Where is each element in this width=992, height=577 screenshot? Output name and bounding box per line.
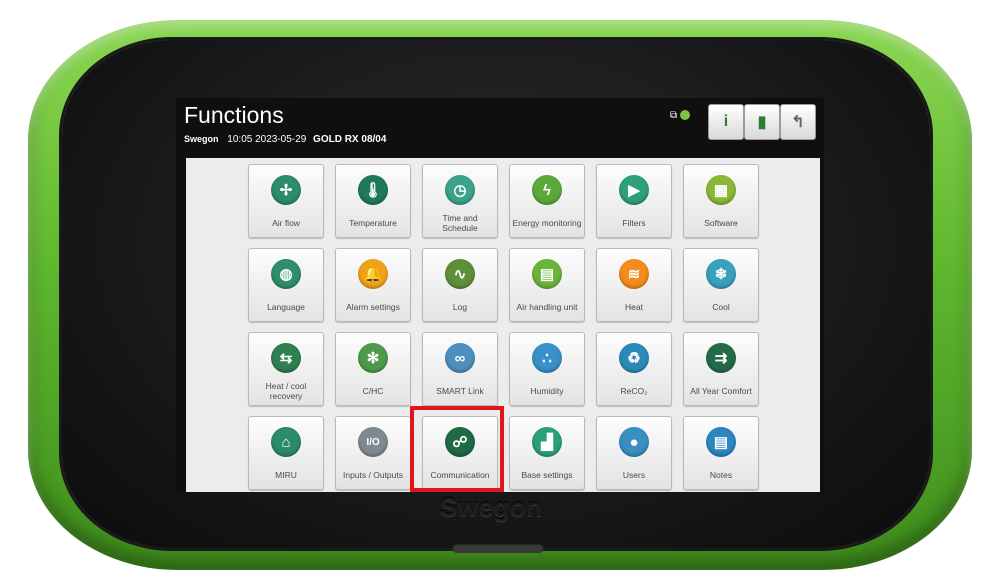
network-status-icon: ⧉ <box>670 110 678 121</box>
globe-icon: ◍ <box>271 259 301 289</box>
tile-label: All Year Comfort <box>690 386 752 396</box>
drops-icon: ∴ <box>532 343 562 373</box>
tile-software[interactable]: ▦ Software <box>683 164 759 238</box>
tile-label: Base settings <box>521 470 573 480</box>
back-button[interactable]: ↰ <box>780 104 816 140</box>
tile-users[interactable]: ● Users <box>596 416 672 490</box>
notepad-icon: ▤ <box>706 427 736 457</box>
fan-icon: ✢ <box>271 175 301 205</box>
tile-all-year-comfort[interactable]: ⇉ All Year Comfort <box>683 332 759 406</box>
tile-label: Alarm settings <box>346 302 400 312</box>
tile-label: Cool <box>712 302 730 312</box>
tile-heat-cool-recovery[interactable]: ⇆ Heat / cool recovery <box>248 332 324 406</box>
user-status-icon <box>680 110 691 121</box>
bell-icon: 🔔 <box>358 259 388 289</box>
tile-humidity[interactable]: ∴ Humidity <box>509 332 585 406</box>
tile-label: Heat / cool recovery <box>265 381 307 401</box>
chc-icon: ✻ <box>358 343 388 373</box>
house-icon: ⌂ <box>271 427 301 457</box>
tile-label: SMART Link <box>436 386 484 396</box>
user-icon: ● <box>619 427 649 457</box>
door-icon: ▮ <box>757 114 767 131</box>
tile-filters[interactable]: ▶ Filters <box>596 164 672 238</box>
io-icon: I/O <box>358 427 388 457</box>
clock-icon: ◷ <box>445 175 475 205</box>
tile-label: Filters <box>622 218 646 228</box>
tile-label: Notes <box>709 470 733 480</box>
tile-label: Inputs / Outputs <box>342 470 403 480</box>
tile-label: Air handling unit <box>516 302 578 312</box>
tile-miru[interactable]: ⌂ MIRU <box>248 416 324 490</box>
tile-label: MIRU <box>275 470 297 480</box>
clock-date: 2023-05-29 <box>255 134 307 145</box>
back-arrow-icon: ↰ <box>791 114 805 131</box>
brand-label: Swegon <box>184 134 219 144</box>
tile-c-hc[interactable]: ✻ C/HC <box>335 332 411 406</box>
arrows-icon: ⇉ <box>706 343 736 373</box>
snowflake-icon: ❄ <box>706 259 736 289</box>
tile-air-flow[interactable]: ✢ Air flow <box>248 164 324 238</box>
tile-label: Energy monitoring <box>512 218 582 228</box>
tile-log[interactable]: ∿ Log <box>422 248 498 322</box>
tile-label: Humidity <box>530 386 564 396</box>
tile-heat[interactable]: ≋ Heat <box>596 248 672 322</box>
tile-label: Users <box>622 470 646 480</box>
thermometer-icon: 🌡 <box>358 175 388 205</box>
tile-temperature[interactable]: 🌡 Temperature <box>335 164 411 238</box>
tile-base-settings[interactable]: ▟ Base settings <box>509 416 585 490</box>
energy-icon: ϟ <box>532 175 562 205</box>
info-button[interactable]: i <box>708 104 744 140</box>
device-brand-logo: Swegon <box>440 492 543 522</box>
tile-smart-link[interactable]: ∞ SMART Link <box>422 332 498 406</box>
reco2-icon: ♻ <box>619 343 649 373</box>
device-slot <box>452 543 544 553</box>
tile-label: ReCO₂ <box>620 386 648 396</box>
recovery-icon: ⇆ <box>271 343 301 373</box>
info-icon: i <box>723 113 729 130</box>
door-button[interactable]: ▮ <box>744 104 780 140</box>
selection-highlight <box>410 406 504 492</box>
tile-label: Log <box>452 302 468 312</box>
tile-alarm-settings[interactable]: 🔔 Alarm settings <box>335 248 411 322</box>
unit-name: GOLD RX 08/04 <box>313 134 387 145</box>
tile-label: C/HC <box>362 386 384 396</box>
tile-label: Language <box>267 302 305 312</box>
chart-icon: ∿ <box>445 259 475 289</box>
status-icons: ⧉ <box>670 110 691 121</box>
tile-notes[interactable]: ▤ Notes <box>683 416 759 490</box>
link-icon: ∞ <box>445 343 475 373</box>
tile-cool[interactable]: ❄ Cool <box>683 248 759 322</box>
ahu-icon: ▤ <box>532 259 562 289</box>
factory-icon: ▟ <box>532 427 562 457</box>
heat-icon: ≋ <box>619 259 649 289</box>
tile-language[interactable]: ◍ Language <box>248 248 324 322</box>
tile-label: Software <box>704 218 738 228</box>
tile-label: Heat <box>625 302 643 312</box>
tile-air-handling-unit[interactable]: ▤ Air handling unit <box>509 248 585 322</box>
filter-icon: ▶ <box>619 175 649 205</box>
status-line: Swegon 10:05 2023-05-29 GOLD RX 08/04 <box>184 134 386 145</box>
tile-energy-monitoring[interactable]: ϟ Energy monitoring <box>509 164 585 238</box>
chip-icon: ▦ <box>706 175 736 205</box>
tile-inputs-outputs[interactable]: I/O Inputs / Outputs <box>335 416 411 490</box>
tile-label: Temperature <box>349 218 397 228</box>
tile-label: Time and Schedule <box>442 213 478 233</box>
page-title: Functions <box>184 102 284 128</box>
tile-time-and-schedule[interactable]: ◷ Time and Schedule <box>422 164 498 238</box>
tile-reco[interactable]: ♻ ReCO₂ <box>596 332 672 406</box>
tile-label: Air flow <box>272 218 300 228</box>
clock-time: 10:05 <box>227 134 253 145</box>
